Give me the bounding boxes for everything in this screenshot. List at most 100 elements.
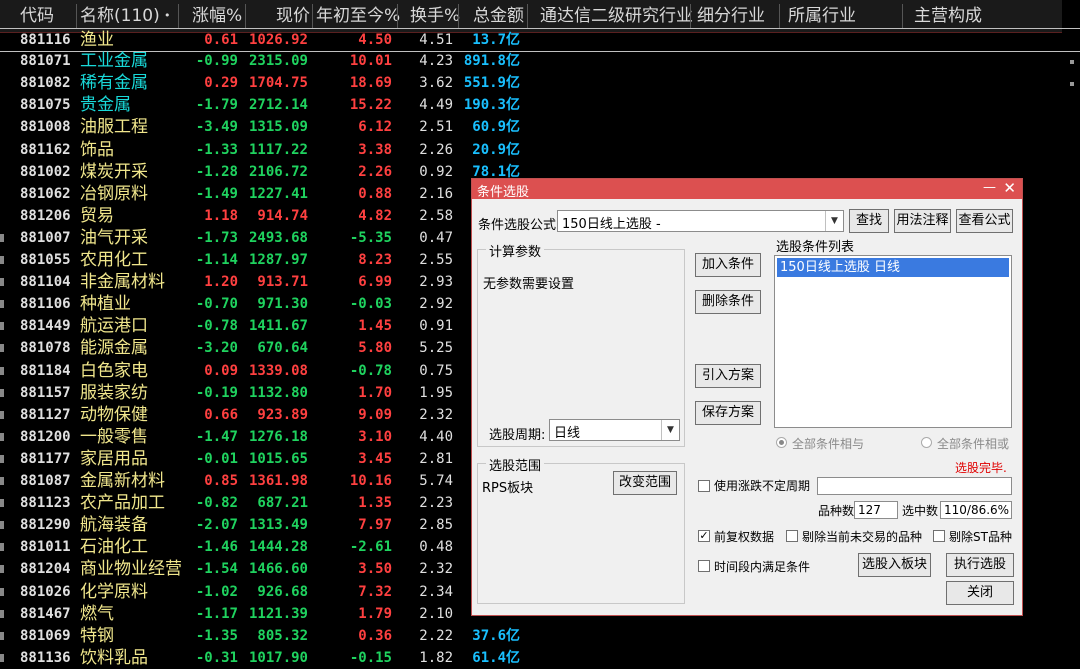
cell-change: -1.49: [195, 185, 238, 202]
cell-price: 914.74: [257, 207, 308, 224]
cell-turnover: 2.81: [419, 450, 453, 467]
dialog-title-bar[interactable]: 条件选股 — ✕: [472, 179, 1022, 200]
cell-name: 燃气: [80, 603, 114, 624]
cell-price: 926.68: [257, 583, 308, 600]
cell-name: 非金属材料: [80, 272, 165, 293]
radio-or[interactable]: [921, 437, 932, 448]
cell-ytd: 6.12: [358, 119, 392, 136]
minimize-icon[interactable]: —: [983, 180, 996, 195]
find-button[interactable]: 查找: [849, 209, 889, 233]
cell-turnover: 2.16: [419, 185, 453, 202]
view-formula-button[interactable]: 查看公式: [956, 209, 1013, 233]
cell-turnover: 0.47: [419, 229, 453, 246]
uncertain-period-field[interactable]: [817, 477, 1012, 495]
exclude-untraded-checkbox[interactable]: [786, 530, 798, 542]
cell-change: -1.47: [195, 428, 238, 445]
cell-price: 1026.92: [248, 32, 308, 48]
execute-button[interactable]: 执行选股: [946, 553, 1014, 577]
cell-ytd: 18.69: [349, 75, 392, 92]
row-edge-marker: [0, 256, 4, 264]
formula-label: 条件选股公式: [478, 218, 557, 233]
row-edge-marker: [0, 322, 4, 331]
cell-turnover: 4.51: [419, 32, 453, 48]
cell-turnover: 2.22: [419, 627, 453, 644]
close-icon[interactable]: ✕: [1003, 179, 1016, 197]
cell-price: 913.71: [257, 274, 308, 291]
cell-amount: 551.9亿: [463, 75, 520, 92]
table-row[interactable]: 881082 稀有金属 0.29 1704.75 18.69 3.62 551.9亿: [0, 72, 1080, 94]
row-edge-marker: [0, 587, 4, 596]
condition-list[interactable]: 150日线上选股 日线: [774, 255, 1012, 428]
cell-name: 航运港口: [80, 316, 148, 337]
row-edge-marker: [0, 366, 4, 375]
table-row[interactable]: 881069 特钢 -1.35 805.32 0.36 2.22 37.6亿: [0, 625, 1080, 647]
add-to-block-button[interactable]: 选股入板块: [858, 553, 931, 577]
condition-list-item[interactable]: 150日线上选股 日线: [777, 258, 1009, 277]
cell-turnover: 2.23: [419, 495, 453, 512]
exclude-st-checkbox[interactable]: [933, 530, 945, 542]
cell-ytd: -5.35: [349, 229, 392, 246]
cell-change: -1.02: [195, 583, 238, 600]
cell-change: -1.33: [195, 141, 238, 158]
cell-turnover: 2.32: [419, 561, 453, 578]
cell-change: -1.14: [195, 252, 238, 268]
forward-adjust-checkbox[interactable]: ✓: [698, 530, 710, 542]
cell-change: -0.78: [195, 318, 238, 335]
radio-and[interactable]: [776, 437, 787, 448]
table-row[interactable]: 881136 饮料乳品 -0.31 1017.90 -0.15 1.82 61.4亿: [0, 647, 1080, 669]
cell-ytd: 8.23: [358, 252, 392, 268]
cell-change: 0.85: [204, 473, 238, 489]
add-condition-button[interactable]: 加入条件: [695, 253, 761, 277]
close-button[interactable]: 关闭: [946, 581, 1014, 605]
usage-notes-button[interactable]: 用法注释: [894, 209, 951, 233]
dialog-title: 条件选股: [477, 185, 530, 200]
cell-price: 923.89: [257, 406, 308, 423]
cell-code: 881123: [20, 495, 71, 512]
cell-name: 商业物业经营: [80, 559, 182, 580]
cell-ytd: 1.70: [358, 384, 392, 401]
cell-code: 881055: [20, 252, 71, 268]
cell-code: 881116: [20, 32, 71, 48]
cell-code: 881184: [20, 362, 71, 379]
status-text: 选股完毕.: [955, 461, 1007, 475]
formula-select[interactable]: 150日线上选股 - ▼: [557, 210, 844, 232]
cell-turnover: 5.74: [419, 473, 453, 489]
delete-condition-button[interactable]: 删除条件: [695, 290, 761, 314]
table-row[interactable]: 881162 饰品 -1.33 1117.22 3.38 2.26 20.9亿: [0, 139, 1080, 161]
table-row[interactable]: 881075 贵金属 -1.79 2712.14 15.22 4.49 190.3亿: [0, 94, 1080, 116]
row-edge-marker: [0, 609, 4, 618]
save-plan-button[interactable]: 保存方案: [695, 401, 761, 425]
cell-price: 805.32: [257, 627, 308, 644]
cell-ytd: -2.61: [349, 539, 392, 556]
cell-turnover: 0.92: [419, 163, 453, 180]
cell-code: 881127: [20, 406, 71, 423]
cell-name: 能源金属: [80, 338, 148, 359]
period-satisfy-checkbox[interactable]: [698, 560, 710, 572]
cell-name: 化学原料: [80, 581, 148, 602]
chevron-down-icon[interactable]: ▼: [825, 211, 843, 231]
cell-code: 881200: [20, 428, 71, 445]
cell-ytd: 0.88: [358, 185, 392, 202]
table-row[interactable]: 881116 渔业 0.61 1026.92 4.50 4.51 13.7亿: [0, 28, 1080, 52]
chevron-down-icon[interactable]: ▼: [661, 420, 679, 440]
table-row[interactable]: 881008 油服工程 -3.49 1315.09 6.12 2.51 60.9亿: [0, 116, 1080, 138]
scope-title: 选股范围: [486, 455, 545, 474]
import-plan-button[interactable]: 引入方案: [695, 364, 761, 388]
cell-price: 1117.22: [248, 141, 308, 158]
cell-price: 1466.60: [248, 561, 308, 578]
period-select[interactable]: 日线 ▼: [549, 419, 680, 441]
period-value: 日线: [554, 426, 581, 441]
row-edge-marker: [0, 631, 4, 640]
cell-name: 渔业: [80, 30, 114, 50]
cell-code: 881449: [20, 318, 71, 335]
change-scope-button[interactable]: 改变范围: [613, 471, 677, 495]
cell-change: -1.35: [195, 627, 238, 644]
forward-adjust-label: 前复权数据: [714, 530, 775, 544]
cell-code: 881206: [20, 207, 71, 224]
cell-turnover: 2.55: [419, 252, 453, 268]
table-row[interactable]: 881071 工业金属 -0.99 2315.09 10.01 4.23 891.8亿: [0, 50, 1080, 72]
cell-name: 农产品加工: [80, 493, 165, 514]
cell-amount: 20.9亿: [472, 141, 520, 158]
cell-turnover: 3.62: [419, 75, 453, 92]
uncertain-period-checkbox[interactable]: [698, 480, 710, 492]
